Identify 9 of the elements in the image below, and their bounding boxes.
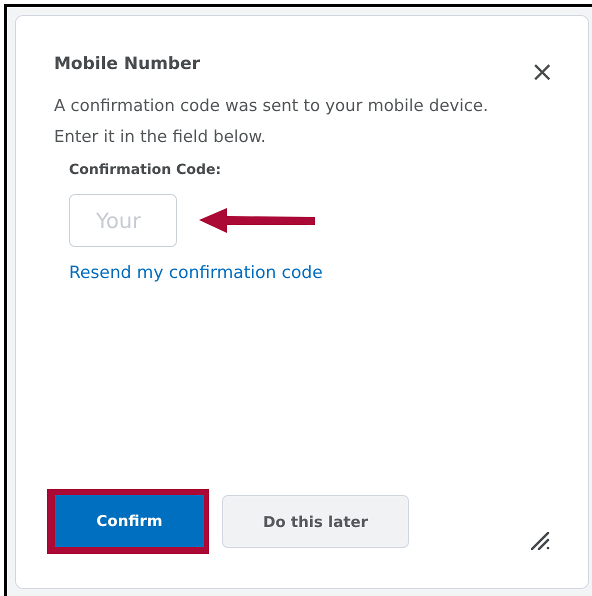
instruction-text: A confirmation code was sent to your mobile device. Enter it in the field below. — [54, 95, 490, 148]
confirm-button[interactable]: Confirm — [55, 495, 204, 547]
later-button[interactable]: Do this later — [222, 495, 409, 548]
confirmation-code-field[interactable]: Your — [69, 194, 177, 247]
close-button[interactable]: × — [530, 60, 554, 84]
resize-handle-icon — [531, 532, 551, 550]
field-label: Confirmation Code: — [69, 162, 222, 178]
resend-link[interactable]: Resend my confirmation code — [69, 263, 323, 283]
dialog-title: Mobile Number — [54, 53, 200, 76]
